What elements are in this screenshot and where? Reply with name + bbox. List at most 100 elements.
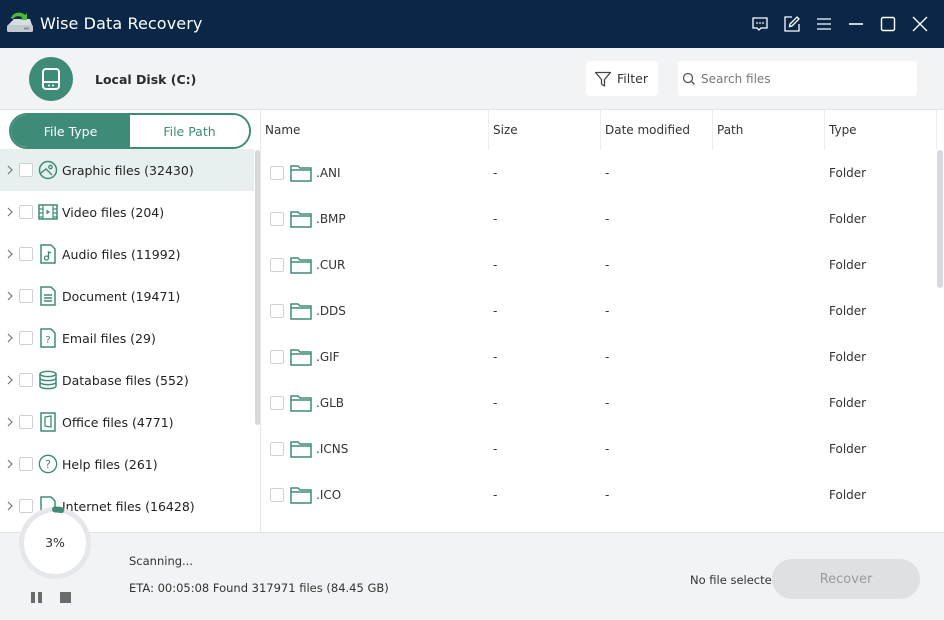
category-label: Video files (204) bbox=[62, 204, 165, 220]
search-input[interactable] bbox=[701, 71, 901, 86]
hard-drive-icon bbox=[42, 68, 60, 90]
cell-size: - bbox=[493, 396, 498, 410]
table-row[interactable]: .ICO - - Folder bbox=[261, 472, 937, 518]
cell-name: .ICNS bbox=[261, 440, 489, 458]
cell-date-modified: - bbox=[605, 212, 610, 226]
image-icon bbox=[38, 160, 58, 180]
expand-chevron-icon[interactable] bbox=[1, 417, 19, 427]
category-email-files[interactable]: ? Email files (29) bbox=[0, 317, 254, 359]
cell-date-modified: - bbox=[605, 166, 610, 180]
row-checkbox[interactable] bbox=[270, 166, 284, 180]
tab-file-path[interactable]: File Path bbox=[130, 115, 249, 147]
table-row[interactable]: .DDS - - Folder bbox=[261, 288, 937, 334]
category-checkbox[interactable] bbox=[19, 331, 33, 345]
category-checkbox[interactable] bbox=[19, 289, 33, 303]
title-bar: Wise Data Recovery bbox=[0, 0, 944, 48]
category-checkbox[interactable] bbox=[19, 415, 33, 429]
category-graphic-files[interactable]: Graphic files (32430) bbox=[0, 149, 254, 191]
category-audio-files[interactable]: Audio files (11992) bbox=[0, 233, 254, 275]
category-checkbox[interactable] bbox=[19, 247, 33, 261]
edit-icon bbox=[784, 16, 800, 32]
svg-text:?: ? bbox=[45, 458, 51, 471]
expand-chevron-icon[interactable] bbox=[1, 165, 19, 175]
category-video-files[interactable]: Video files (204) bbox=[0, 191, 254, 233]
search-box[interactable] bbox=[678, 61, 917, 96]
category-database-files[interactable]: Database files (552) bbox=[0, 359, 254, 401]
row-checkbox[interactable] bbox=[270, 212, 284, 226]
expand-chevron-icon[interactable] bbox=[1, 333, 19, 343]
category-checkbox[interactable] bbox=[19, 457, 33, 471]
column-path[interactable]: Path bbox=[713, 110, 825, 150]
category-checkbox[interactable] bbox=[19, 373, 33, 387]
close-icon bbox=[912, 16, 928, 32]
row-checkbox[interactable] bbox=[270, 396, 284, 410]
category-label: Database files (552) bbox=[62, 372, 189, 388]
category-office-files[interactable]: Office files (4771) bbox=[0, 401, 254, 443]
column-date-modified[interactable]: Date modified bbox=[601, 110, 713, 150]
progress-arc bbox=[52, 506, 65, 514]
disk-badge bbox=[29, 57, 73, 101]
table-row[interactable]: .ANI - - Folder bbox=[261, 150, 937, 196]
close-button[interactable] bbox=[904, 12, 936, 36]
filter-button[interactable]: Filter bbox=[586, 61, 658, 96]
row-checkbox[interactable] bbox=[270, 488, 284, 502]
minimize-icon bbox=[849, 23, 863, 25]
progress-percent: 3% bbox=[45, 535, 65, 550]
folder-icon bbox=[290, 348, 312, 366]
pause-button[interactable] bbox=[31, 592, 45, 604]
recover-button[interactable]: Recover bbox=[772, 559, 920, 599]
header-bar: Local Disk (C:) Filter bbox=[0, 48, 944, 110]
feedback-button[interactable] bbox=[744, 12, 776, 36]
category-scrollbar[interactable] bbox=[255, 150, 260, 425]
cell-date-modified: - bbox=[605, 488, 610, 502]
feedback-icon bbox=[752, 17, 768, 31]
expand-chevron-icon[interactable] bbox=[1, 249, 19, 259]
scan-status: Scanning... bbox=[129, 554, 193, 568]
table-row[interactable]: .GLB - - Folder bbox=[261, 380, 937, 426]
category-checkbox[interactable] bbox=[19, 205, 33, 219]
expand-chevron-icon[interactable] bbox=[1, 375, 19, 385]
column-type[interactable]: Type bbox=[825, 110, 937, 150]
cell-size: - bbox=[493, 304, 498, 318]
file-name: .CUR bbox=[316, 258, 346, 272]
cell-type: Folder bbox=[829, 304, 867, 318]
folder-icon bbox=[290, 302, 312, 320]
category-label: Email files (29) bbox=[62, 330, 156, 346]
cell-size: - bbox=[493, 212, 498, 226]
table-scrollbar[interactable] bbox=[937, 150, 943, 288]
expand-chevron-icon[interactable] bbox=[1, 291, 19, 301]
cell-name: .CUR bbox=[261, 256, 489, 274]
category-document[interactable]: Document (19471) bbox=[0, 275, 254, 317]
folder-icon bbox=[290, 486, 312, 504]
tab-file-type[interactable]: File Type bbox=[11, 115, 130, 147]
cell-size: - bbox=[493, 166, 498, 180]
cell-type: Folder bbox=[829, 396, 867, 410]
maximize-button[interactable] bbox=[872, 12, 904, 36]
column-size[interactable]: Size bbox=[489, 110, 601, 150]
row-checkbox[interactable] bbox=[270, 442, 284, 456]
row-checkbox[interactable] bbox=[270, 304, 284, 318]
expand-chevron-icon[interactable] bbox=[1, 207, 19, 217]
selection-status: No file selected bbox=[690, 573, 780, 587]
table-row[interactable]: .CUR - - Folder bbox=[261, 242, 937, 288]
table-row[interactable]: .ICNS - - Folder bbox=[261, 426, 937, 472]
stop-button[interactable] bbox=[60, 592, 71, 603]
category-help-files[interactable]: ? Help files (261) bbox=[0, 443, 254, 485]
cell-size: - bbox=[493, 258, 498, 272]
table-header: Name Size Date modified Path Type bbox=[261, 110, 937, 150]
folder-icon bbox=[290, 394, 312, 412]
expand-chevron-icon[interactable] bbox=[1, 459, 19, 469]
audio-icon bbox=[38, 244, 58, 264]
cell-size: - bbox=[493, 350, 498, 364]
table-row[interactable]: .GIF - - Folder bbox=[261, 334, 937, 380]
cell-name: .DDS bbox=[261, 302, 489, 320]
edit-button[interactable] bbox=[776, 12, 808, 36]
column-name[interactable]: Name bbox=[261, 110, 489, 150]
row-checkbox[interactable] bbox=[270, 258, 284, 272]
row-checkbox[interactable] bbox=[270, 350, 284, 364]
email-icon: ? bbox=[38, 328, 58, 348]
menu-button[interactable] bbox=[808, 12, 840, 36]
category-checkbox[interactable] bbox=[19, 163, 33, 177]
minimize-button[interactable] bbox=[840, 12, 872, 36]
table-row[interactable]: .BMP - - Folder bbox=[261, 196, 937, 242]
